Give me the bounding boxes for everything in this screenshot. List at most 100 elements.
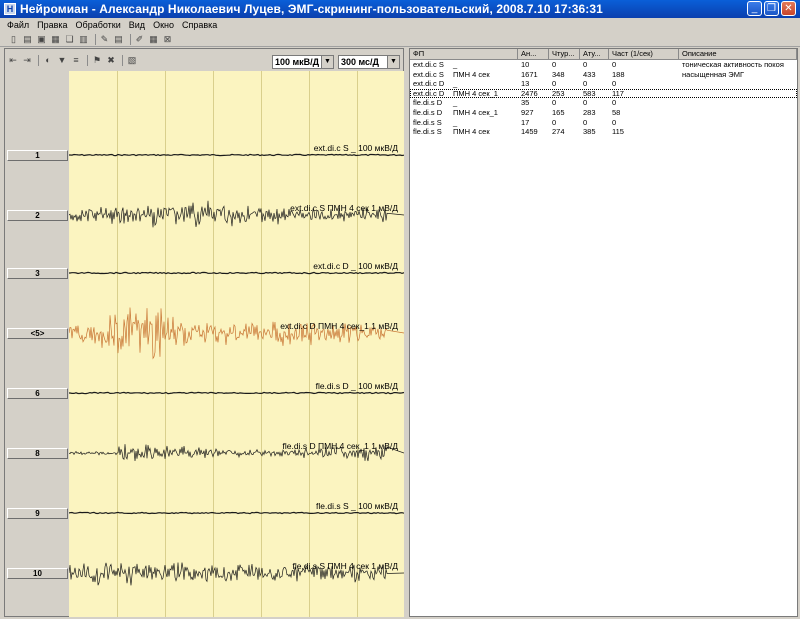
amplitude-value: 100 мкВ/Д [275, 57, 320, 67]
cell-fp: fle.di.s D _ [410, 98, 518, 108]
cell-desc [679, 108, 797, 118]
signal-plot[interactable]: ext.di.c S _ 100 мкВ/Д ext.di.c S ПМН 4 с… [69, 71, 404, 617]
channel-button[interactable]: 6 [7, 388, 68, 399]
menu-help[interactable]: Справка [178, 20, 221, 30]
channel-button[interactable]: 1 [7, 150, 68, 161]
channel-button[interactable]: 10 [7, 568, 68, 579]
fp-test: ПМН 4 сек_1 [453, 107, 498, 117]
save-icon[interactable]: ▣ [36, 34, 47, 45]
table-row[interactable]: ext.di.c S _ 10 0 0 0 тоническая активность по… [410, 60, 797, 70]
cell-d: 0 [612, 98, 617, 108]
cell-b: 0 [552, 79, 557, 89]
toolbar-separator [87, 54, 88, 66]
cell-c: 433 [583, 69, 596, 79]
channel-button[interactable]: 2 [7, 210, 68, 221]
scale-up-icon[interactable]: ⇥ [21, 54, 33, 66]
analysis-icon[interactable]: ⚑ [91, 54, 103, 66]
print-icon[interactable]: ▦ [50, 34, 61, 45]
cell-desc [679, 118, 797, 128]
cell-c: 283 [583, 107, 596, 117]
table-header: ФП Ан... Чтур... Ату... Част (1/сек) Опи… [410, 49, 797, 60]
table-row[interactable]: fle.di.s S ПМН 4 сек 1459 274 385 115 [410, 127, 797, 137]
table-row[interactable]: fle.di.s S _ 17 0 0 0 [410, 118, 797, 128]
chart-icon[interactable]: ▥ [78, 34, 89, 45]
table-row[interactable]: ext.di.c S ПМН 4 сек 1671 348 433 188 насыщенн… [410, 70, 797, 80]
fp-test: ПМН 4 сек_1 [453, 88, 498, 98]
channel-label: fle.di.s S _ 100 мкВ/Д [316, 501, 398, 511]
fp-name: fle.di.s D [413, 107, 443, 117]
fp-name: fle.di.s S [413, 117, 442, 127]
copy-icon[interactable]: ❏ [64, 34, 75, 45]
table-row[interactable]: fle.di.s D ПМН 4 сек_1 927 165 283 58 [410, 108, 797, 118]
open-file-icon[interactable]: ▤ [22, 34, 33, 45]
emg-trace [69, 391, 404, 395]
cell-fp: fle.di.s D ПМН 4 сек_1 [410, 108, 518, 118]
column-header-an[interactable]: Ан... [518, 49, 549, 60]
menu-view[interactable]: Вид [125, 20, 149, 30]
report-icon[interactable]: ▤ [113, 34, 124, 45]
cell-a: 1671 [521, 69, 538, 79]
cell-a: 2476 [521, 88, 538, 98]
cell-fp: ext.di.c S _ [410, 60, 518, 70]
toolbar-separator [95, 33, 96, 45]
cell-b: 274 [552, 127, 565, 137]
restore-icon[interactable]: ❐ [764, 1, 779, 16]
fp-name: fle.di.s D [413, 98, 443, 108]
toolbar-separator [122, 54, 123, 66]
channel-button[interactable]: 8 [7, 448, 68, 459]
table-row[interactable]: ext.di.c D ПМН 4 сек_1 2476 253 583 117 [410, 88, 797, 99]
channel-button[interactable]: 9 [7, 508, 68, 519]
cell-desc [679, 127, 797, 137]
cell-d: 0 [612, 117, 617, 127]
channel-button[interactable]: <5> [7, 328, 68, 339]
fp-test: _ [453, 98, 458, 108]
fp-test: _ [453, 79, 458, 89]
marker-icon[interactable]: ◐ [42, 54, 54, 66]
cell-d: 0 [612, 79, 617, 89]
exit-icon[interactable]: ⊠ [162, 34, 173, 45]
table-row[interactable]: ext.di.c D _ 13 0 0 0 [410, 79, 797, 89]
minimize-icon[interactable]: _ [747, 1, 762, 16]
app-icon[interactable]: Н [4, 3, 16, 15]
measure-icon[interactable]: ≡ [70, 54, 82, 66]
fp-name: ext.di.c D [413, 79, 445, 89]
channel-label: ext.di.c S ПМН 4 сек 1 мВ/Д [290, 203, 398, 213]
column-header-fp[interactable]: ФП [410, 49, 518, 60]
filter-icon[interactable]: ▼ [56, 54, 68, 66]
cell-fp: ext.di.c D ПМН 4 сек_1 [410, 89, 518, 99]
cell-d: 115 [612, 127, 624, 137]
close-icon[interactable]: ✕ [781, 1, 796, 16]
chevron-down-icon[interactable]: ▼ [387, 56, 399, 68]
scale-down-icon[interactable]: ⇤ [7, 54, 19, 66]
clear-icon[interactable]: ✖ [105, 54, 117, 66]
column-header-freq[interactable]: Част (1/сек) [609, 49, 679, 60]
channel-label: ext.di.c D ПМН 4 сек_1 1 мВ/Д [280, 321, 398, 331]
sweep-select[interactable]: 300 мс/Д ▼ [338, 55, 400, 69]
sweep-value: 300 мс/Д [341, 57, 379, 67]
menu-window[interactable]: Окно [149, 20, 178, 30]
edit-icon[interactable]: ✐ [134, 34, 145, 45]
layout-icon[interactable]: ▦ [148, 34, 159, 45]
menu-file[interactable]: Файл [3, 20, 33, 30]
menu-edit[interactable]: Правка [33, 20, 71, 30]
table-row[interactable]: fle.di.s D _ 35 0 0 0 [410, 98, 797, 108]
settings-icon[interactable]: ✎ [99, 34, 110, 45]
emg-trace [69, 153, 404, 157]
emg-trace [69, 307, 404, 360]
title-bar: Н Нейромиан - Александр Николаевич Луцев… [0, 0, 800, 18]
export-icon[interactable]: ▧ [126, 54, 138, 66]
column-header-atu[interactable]: Ату... [580, 49, 609, 60]
channel-button[interactable]: 3 [7, 268, 68, 279]
cell-d: 117 [612, 88, 624, 98]
chevron-down-icon[interactable]: ▼ [321, 56, 333, 68]
cell-b: 0 [552, 60, 557, 69]
new-file-icon[interactable]: ▯ [8, 34, 19, 45]
column-header-description[interactable]: Описание [679, 49, 797, 60]
results-pane: ФП Ан... Чтур... Ату... Част (1/сек) Опи… [409, 48, 798, 617]
window-controls: _ ❐ ✕ [747, 1, 796, 16]
cell-d: 58 [612, 107, 621, 117]
menu-processing[interactable]: Обработки [72, 20, 125, 30]
column-header-turns[interactable]: Чтур... [549, 49, 580, 60]
table-body: ext.di.c S _ 10 0 0 0 тоническая активность по… [410, 60, 797, 137]
amplitude-select[interactable]: 100 мкВ/Д ▼ [272, 55, 334, 69]
